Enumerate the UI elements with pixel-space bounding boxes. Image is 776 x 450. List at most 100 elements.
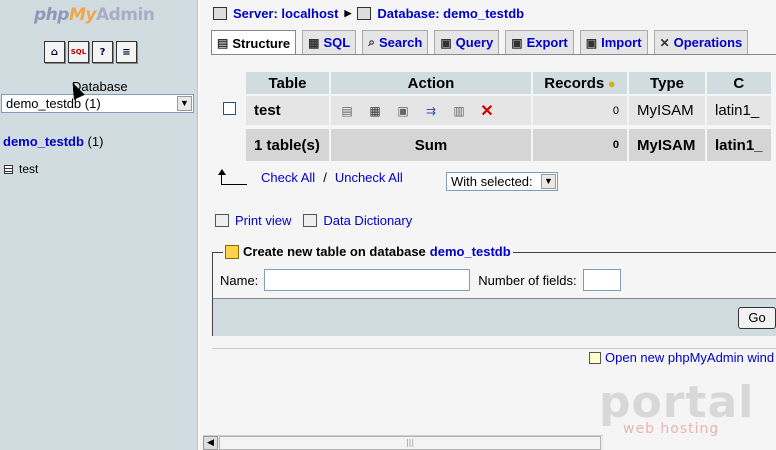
tab-import-label: Import (601, 35, 642, 50)
export-icon: ▣ (511, 35, 523, 50)
create-table-legend: Create new table on database demo_testdb (223, 244, 513, 259)
tab-operations-label: Operations (673, 35, 743, 50)
tab-export-label: Export (526, 35, 568, 50)
header-action: Action (331, 72, 531, 96)
sum-spacer (215, 125, 244, 161)
tab-sql[interactable]: ▦ SQL (302, 30, 357, 54)
docs-icon[interactable]: ≡ (116, 41, 137, 63)
database-link[interactable]: demo_testdb (3, 134, 84, 149)
insert-icon[interactable]: ⇉ (423, 103, 439, 119)
tab-search-label: Search (378, 35, 423, 50)
sum-action: Sum (331, 125, 531, 161)
printer-icon (215, 214, 229, 227)
check-all-link[interactable]: Check All (261, 170, 315, 185)
browse-icon[interactable]: ▤ (339, 103, 355, 119)
breadcrumb: Server: localhost ▶ Database: demo_testd… (213, 6, 524, 21)
logo-php: php (34, 5, 69, 25)
tab-divider (211, 54, 776, 55)
drop-icon[interactable]: ✕ (479, 103, 495, 120)
check-separator: / (323, 170, 327, 185)
table-row: test ▤ ▦ ▣ ⇉ ▥ ✕ 0 MyISAM latin1_ (215, 96, 771, 125)
check-all-row: Check All / Uncheck All (218, 168, 403, 185)
row-checkbox[interactable] (223, 102, 236, 115)
tab-structure-label: Structure (232, 35, 291, 51)
left-table-name[interactable]: test (19, 162, 38, 176)
tab-import[interactable]: ▣ Import (579, 30, 648, 54)
tab-sql-label: SQL (323, 35, 351, 50)
left-table-item[interactable]: test (4, 162, 38, 176)
header-type: Type (629, 72, 705, 96)
row-records: 0 (533, 96, 627, 125)
sql-icon[interactable]: SQL (68, 41, 89, 63)
search-icon: ⌕ (368, 35, 375, 49)
fields-count-input[interactable] (582, 269, 621, 291)
create-table-footer: Go (213, 298, 776, 336)
row-type: MyISAM (629, 96, 705, 125)
import-icon: ▣ (585, 35, 598, 50)
create-table-db: demo_testdb (429, 244, 511, 259)
arrow-up-icon (218, 168, 247, 185)
horizontal-scrollbar[interactable]: ◀ ||| (203, 435, 603, 450)
search-icon[interactable]: ▣ (395, 103, 411, 119)
tab-bar: ▤ Structure ▦ SQL ⌕ Search ▣ Query ▣ Export ▣… (211, 30, 749, 55)
row-table-name[interactable]: test (246, 96, 329, 125)
chevron-down-icon[interactable]: ▼ (177, 96, 192, 111)
sql-icon: ▦ (308, 35, 320, 50)
home-icon[interactable]: ⌂ (44, 41, 65, 63)
tab-export[interactable]: ▣ Export (505, 30, 574, 54)
go-button[interactable]: Go (738, 307, 776, 329)
structure-icon: ▤ (217, 36, 229, 50)
table-name-input[interactable] (264, 269, 471, 291)
row-collation: latin1_ (707, 96, 771, 125)
create-table-fields: Name: Number of fields: (220, 269, 621, 291)
tab-query-label: Query (455, 35, 494, 50)
breadcrumb-database[interactable]: Database: demo_testdb (377, 6, 524, 21)
row-checkbox-cell (215, 96, 244, 125)
sum-row: 1 table(s) Sum 0 MyISAM latin1_ (215, 125, 771, 161)
header-records[interactable]: Records ● (533, 72, 627, 96)
breadcrumb-server[interactable]: Server: localhost (233, 6, 339, 21)
header-collation: C (707, 72, 771, 96)
new-table-icon (225, 244, 239, 259)
scroll-left-icon[interactable]: ◀ (203, 436, 218, 450)
sum-label: 1 table(s) (246, 125, 329, 161)
header-table[interactable]: Table (246, 72, 329, 96)
database-count: (1) (87, 134, 104, 149)
query-icon: ▣ (440, 35, 452, 50)
with-selected-select[interactable]: With selected: ▼ (446, 172, 558, 191)
tab-search[interactable]: ⌕ Search (362, 30, 429, 54)
print-view-link[interactable]: Print view (235, 213, 291, 228)
tab-operations[interactable]: ✕ Operations (653, 30, 749, 54)
operations-icon: ✕ (659, 35, 670, 50)
chevron-down-icon[interactable]: ▼ (541, 174, 556, 189)
sum-collation: latin1_ (707, 125, 771, 161)
logo-my: My (68, 5, 97, 25)
name-label: Name: (220, 272, 259, 288)
uncheck-all-link[interactable]: Uncheck All (335, 170, 403, 185)
structure-icon[interactable]: ▦ (367, 103, 383, 119)
help-icon[interactable]: ? (92, 41, 113, 63)
header-checkbox-spacer (215, 72, 244, 96)
navigation-frame: phpMyAdmin ⌂ SQL ? ≡ Database demo_testd… (0, 0, 198, 450)
database-select-value: demo_testdb (1) (6, 96, 101, 111)
sum-type: MyISAM (629, 125, 705, 161)
data-dictionary-link[interactable]: Data Dictionary (323, 213, 412, 228)
create-table-text: Create new table on database (243, 244, 426, 259)
print-links: Print view Data Dictionary (215, 213, 412, 228)
scrollbar-thumb[interactable]: ||| (219, 436, 601, 450)
database-select[interactable]: demo_testdb (1) ▼ (1, 94, 194, 113)
nav-icon-bar: ⌂ SQL ? ≡ (44, 41, 137, 63)
watermark-small: web hosting (623, 421, 720, 437)
open-new-window-link[interactable]: Open new phpMyAdmin wind (605, 350, 774, 365)
create-table-form: Create new table on database demo_testdb… (212, 244, 776, 336)
dictionary-icon (303, 214, 318, 227)
new-window-icon (589, 351, 601, 364)
tab-structure[interactable]: ▤ Structure (211, 30, 297, 55)
table-icon[interactable] (4, 164, 13, 174)
empty-icon[interactable]: ▥ (451, 103, 467, 119)
watermark-big: portal (599, 377, 755, 428)
tab-query[interactable]: ▣ Query (434, 30, 500, 54)
phpmyadmin-logo[interactable]: phpMyAdmin (34, 5, 155, 25)
row-actions: ▤ ▦ ▣ ⇉ ▥ ✕ (331, 96, 531, 125)
hint-icon: ● (604, 75, 616, 91)
